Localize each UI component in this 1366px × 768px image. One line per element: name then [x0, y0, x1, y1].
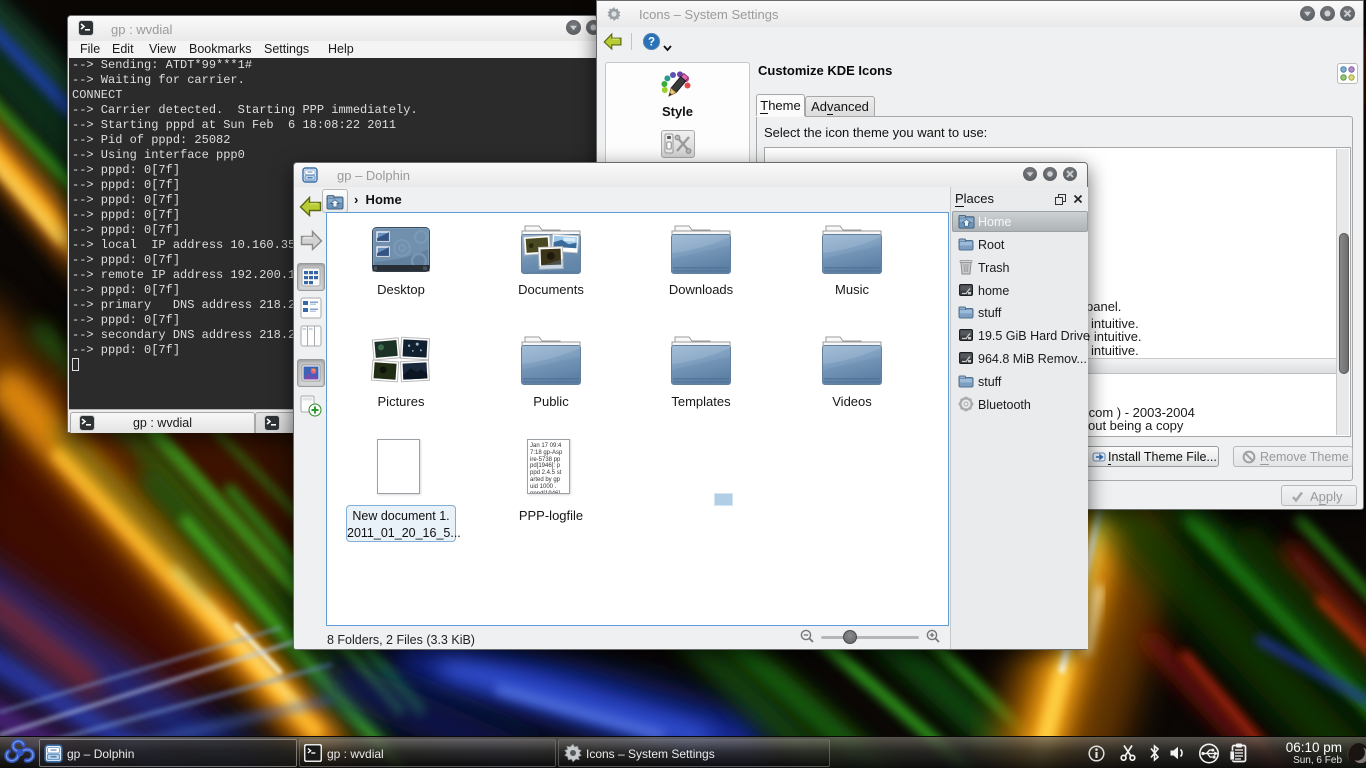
- svg-text:?: ?: [648, 37, 655, 49]
